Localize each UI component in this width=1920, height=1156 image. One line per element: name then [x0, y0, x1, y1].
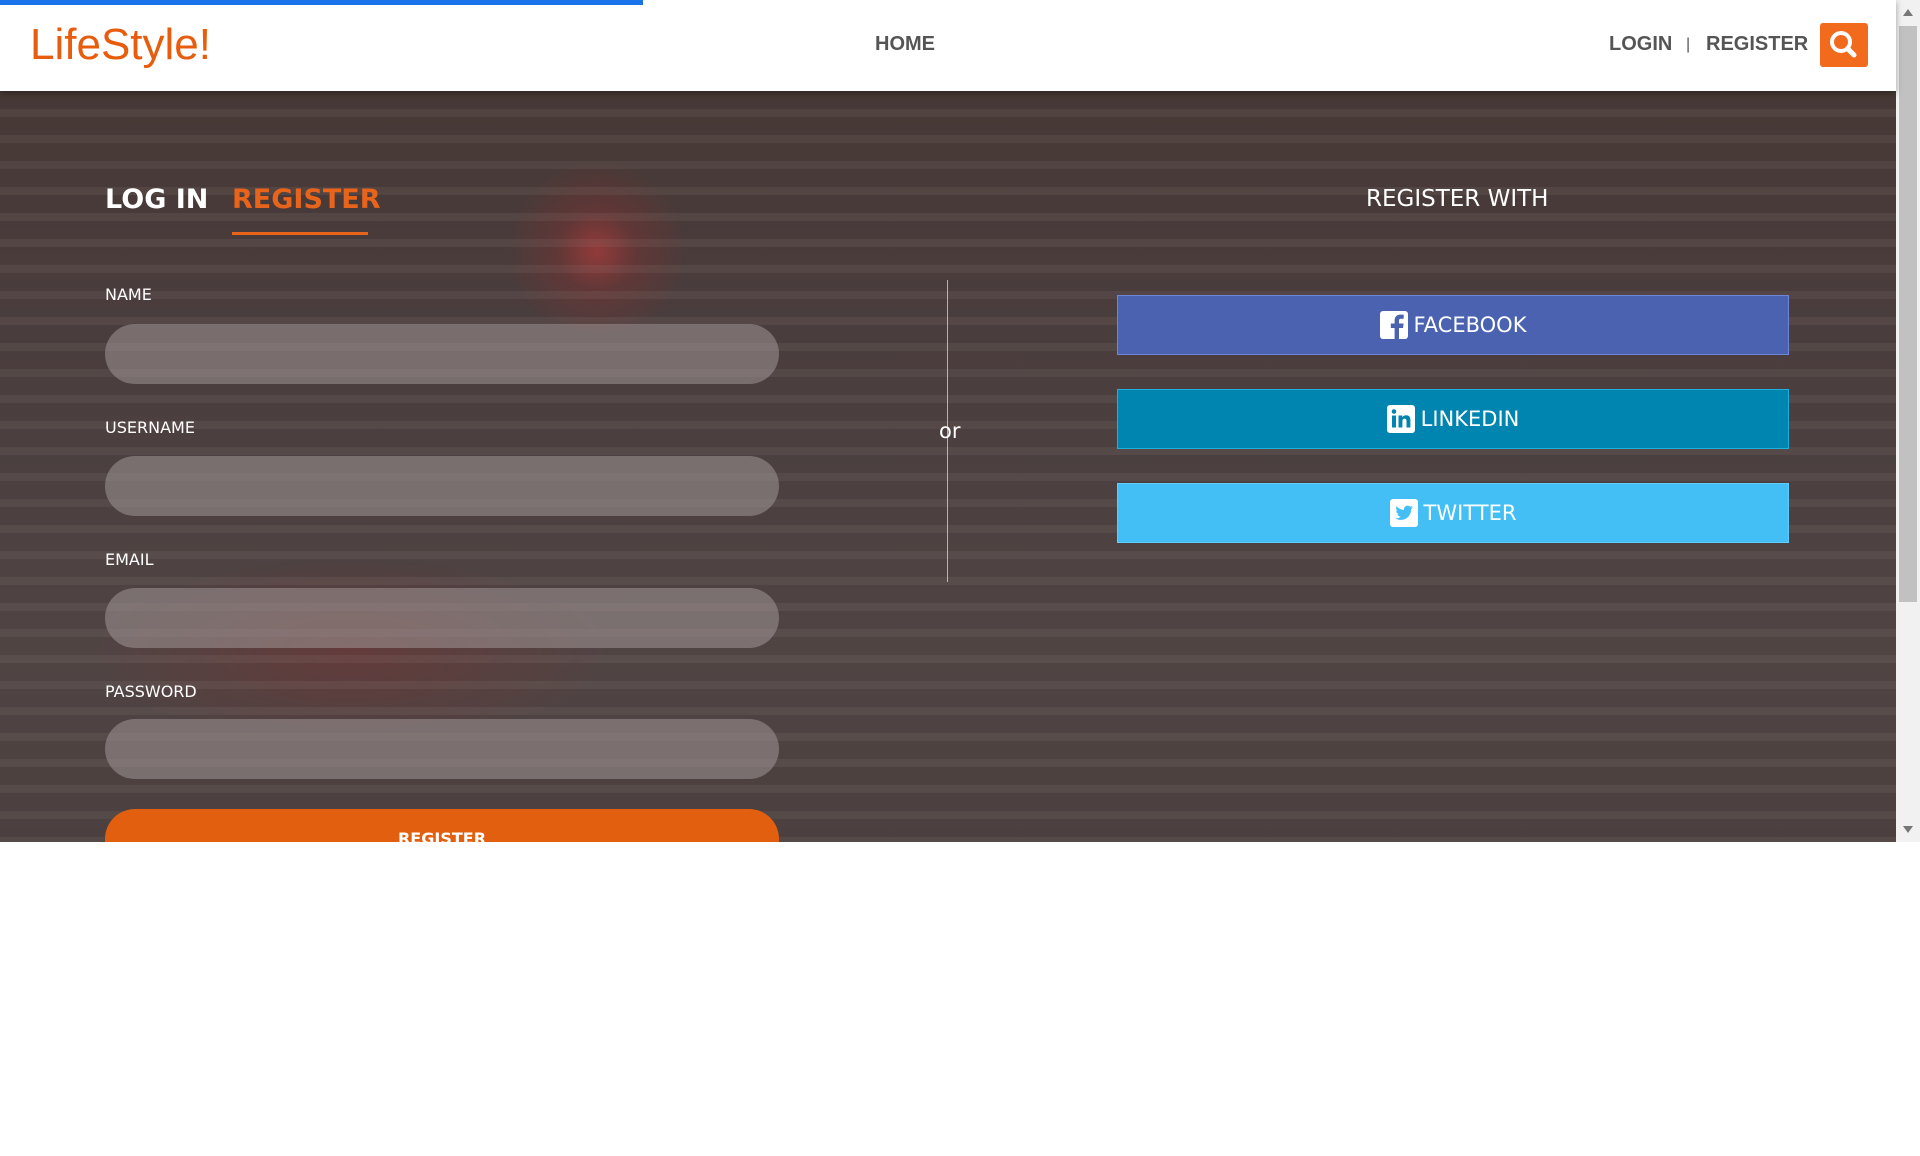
facebook-icon — [1379, 311, 1408, 339]
name-field[interactable] — [105, 324, 779, 384]
hero-background: LOG IN REGISTER NAME USERNAME EMAIL PASS… — [0, 91, 1896, 842]
active-tab-indicator — [232, 232, 368, 235]
nav-home-link[interactable]: HOME — [875, 33, 935, 56]
linkedin-icon — [1386, 405, 1415, 433]
scroll-down-arrow-icon[interactable] — [1903, 826, 1913, 833]
nav-separator: | — [1686, 36, 1691, 53]
name-label: NAME — [105, 285, 152, 304]
nav-register-link[interactable]: REGISTER — [1706, 33, 1808, 56]
username-label: USERNAME — [105, 418, 195, 437]
register-submit-button[interactable]: REGISTER — [105, 809, 779, 842]
twitter-button[interactable]: TWITTER — [1117, 483, 1789, 543]
twitter-button-label: TWITTER — [1423, 501, 1517, 525]
tab-register[interactable]: REGISTER — [232, 184, 381, 215]
email-field[interactable] — [105, 588, 779, 648]
linkedin-button-label: LINKEDIN — [1420, 407, 1520, 431]
email-label: EMAIL — [105, 550, 154, 569]
site-logo[interactable]: LifeStyle! — [30, 20, 211, 70]
linkedin-button[interactable]: LINKEDIN — [1117, 389, 1789, 449]
nav-login-link[interactable]: LOGIN — [1609, 33, 1672, 56]
facebook-button-label: FACEBOOK — [1413, 313, 1527, 337]
twitter-icon — [1389, 499, 1418, 527]
search-icon — [1830, 31, 1857, 58]
page-load-progress-bar — [0, 0, 643, 5]
register-with-heading: REGISTER WITH — [1366, 186, 1549, 212]
password-field[interactable] — [105, 719, 779, 779]
scrollbar-thumb[interactable] — [1899, 26, 1917, 602]
top-navbar: LifeStyle! HOME LOGIN | REGISTER — [0, 0, 1896, 91]
search-button[interactable] — [1820, 23, 1868, 67]
facebook-button[interactable]: FACEBOOK — [1117, 295, 1789, 355]
or-separator-text: or — [939, 419, 961, 443]
username-field[interactable] — [105, 456, 779, 516]
browser-viewport: LifeStyle! HOME LOGIN | REGISTER LOG IN … — [0, 0, 1920, 842]
scroll-up-arrow-icon[interactable] — [1903, 9, 1913, 16]
tab-login[interactable]: LOG IN — [105, 184, 208, 215]
password-label: PASSWORD — [105, 682, 197, 701]
